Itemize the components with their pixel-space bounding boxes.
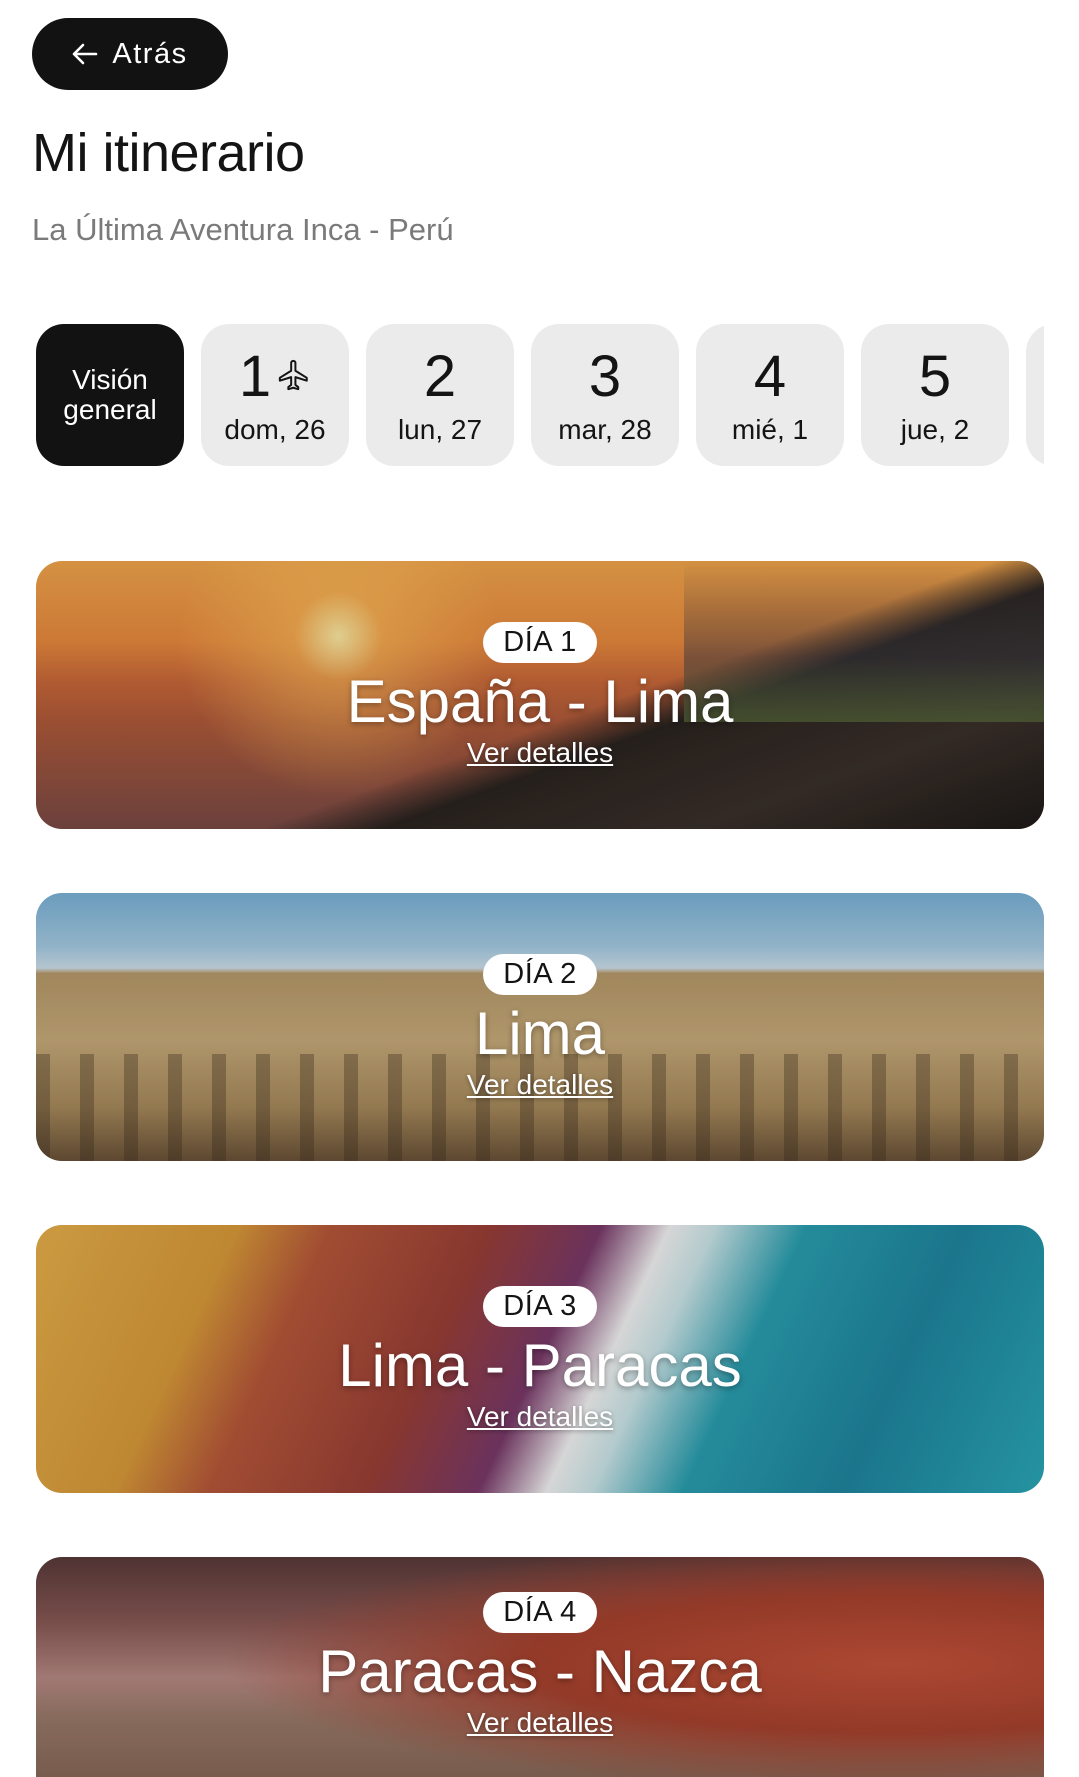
day-badge: DÍA 2 [483, 953, 597, 995]
day-card-2[interactable]: DÍA 2 Lima Ver detalles [36, 893, 1044, 1161]
back-button-label: Atrás [112, 37, 188, 70]
tab-day-date: lun, 27 [397, 414, 483, 445]
tab-day-date: jue, 2 [900, 414, 970, 445]
arrow-left-icon [72, 43, 98, 65]
tab-day-5[interactable]: 5 jue, 2 [861, 324, 1009, 466]
tab-day-number: 4 [753, 344, 787, 409]
card-title: Lima [474, 999, 606, 1067]
tab-day-number: 5 [918, 344, 952, 409]
tab-day-4[interactable]: 4 mié, 1 [696, 324, 844, 466]
back-button[interactable]: Atrás [32, 18, 228, 90]
view-details-link[interactable]: Ver detalles [467, 1707, 613, 1739]
tab-day-1[interactable]: 1 dom, 26 [201, 324, 349, 466]
tab-day-number: 1 [238, 344, 272, 409]
day-card-4[interactable]: DÍA 4 Paracas - Nazca Ver detalles [36, 1557, 1044, 1777]
card-title: España - Lima [346, 667, 734, 735]
page-title: Mi itinerario [32, 123, 305, 183]
card-title: Paracas - Nazca [318, 1637, 762, 1705]
tab-day-6-partial[interactable] [1026, 324, 1044, 466]
tab-day-number: 2 [423, 344, 457, 409]
tab-overview[interactable]: Visión general [36, 324, 184, 466]
view-details-link[interactable]: Ver detalles [467, 737, 613, 769]
tab-day-date: mié, 1 [731, 414, 809, 445]
day-card-3[interactable]: DÍA 3 Lima - Paracas Ver detalles [36, 1225, 1044, 1493]
day-card-1[interactable]: DÍA 1 España - Lima Ver detalles [36, 561, 1044, 829]
airplane-icon [277, 358, 311, 397]
tab-day-3[interactable]: 3 mar, 28 [531, 324, 679, 466]
day-tabs: Visión general 1 dom, 26 2 lun, 27 3 mar… [36, 324, 1044, 466]
tab-day-number: 3 [588, 344, 622, 409]
day-badge: DÍA 4 [483, 1591, 597, 1633]
view-details-link[interactable]: Ver detalles [467, 1401, 613, 1433]
tab-overview-label: Visión general [63, 364, 157, 425]
tab-day-2[interactable]: 2 lun, 27 [366, 324, 514, 466]
day-badge: DÍA 3 [483, 1285, 597, 1327]
tab-day-date: dom, 26 [224, 414, 326, 445]
card-title: Lima - Paracas [338, 1331, 742, 1399]
page-subtitle: La Última Aventura Inca - Perú [32, 212, 454, 247]
tab-day-date: mar, 28 [558, 414, 652, 445]
view-details-link[interactable]: Ver detalles [467, 1069, 613, 1101]
day-badge: DÍA 1 [483, 621, 597, 663]
